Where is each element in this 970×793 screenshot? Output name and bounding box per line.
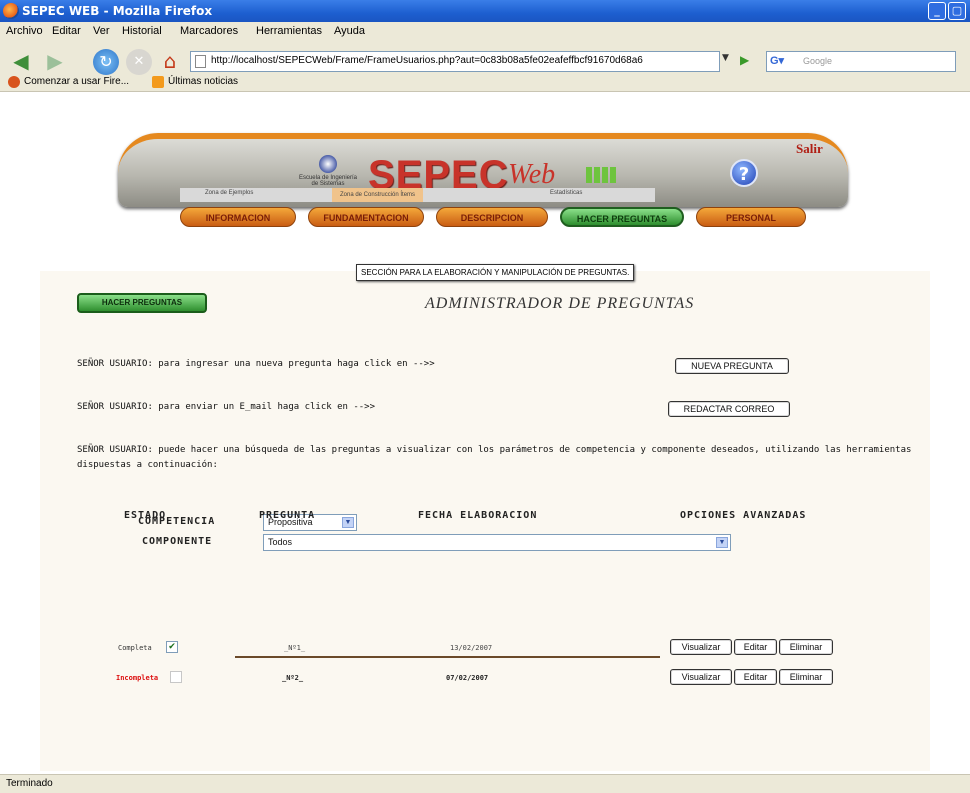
sub-tabs: Zona de Ejemplos Zona de Construcción Ít…	[180, 188, 655, 202]
tab-descripcion[interactable]: DESCRIPCION	[436, 207, 548, 227]
school-emblem-icon	[319, 155, 337, 173]
header-opciones: OPCIONES AVANZADAS	[680, 510, 807, 521]
menu-marcadores[interactable]: Marcadores	[180, 25, 238, 37]
stop-button[interactable]: ✕	[126, 49, 152, 75]
header-fecha: FECHA ELABORACION	[418, 510, 538, 521]
status-text: Terminado	[6, 778, 53, 789]
delete-button[interactable]: Eliminar	[779, 639, 833, 655]
row1-status: Completa	[118, 644, 152, 652]
window-title: SEPEC WEB - Mozilla Firefox	[22, 4, 213, 18]
search-instructions: SEÑOR USUARIO: puede hacer una búsqueda …	[77, 445, 912, 470]
row2-date: 07/02/2007	[446, 674, 489, 682]
menu-herramientas[interactable]: Herramientas	[256, 25, 322, 37]
email-message: SEÑOR USUARIO: para enviar un E_mail hag…	[77, 402, 376, 412]
new-question-message: SEÑOR USUARIO: para ingresar una nueva p…	[77, 359, 435, 369]
minimize-button[interactable]: _	[928, 2, 946, 20]
search-placeholder: Google	[803, 56, 833, 66]
brand-subtitle: Web	[508, 159, 556, 190]
delete-button[interactable]: Eliminar	[779, 669, 833, 685]
tab-informacion[interactable]: INFORMACION	[180, 207, 296, 227]
bookmark-latest-news[interactable]: Últimas noticias	[168, 76, 238, 87]
compose-email-button[interactable]: REDACTAR CORREO	[668, 401, 790, 417]
row2-status: Incompleta	[116, 674, 159, 682]
menu-ayuda[interactable]: Ayuda	[334, 25, 365, 37]
header-pregunta: PREGUNTA	[259, 510, 316, 521]
page-title: ADMINISTRADOR DE PREGUNTAS	[425, 295, 695, 312]
window-titlebar: SEPEC WEB - Mozilla Firefox _ ▢	[0, 0, 970, 22]
tooltip: SECCIÓN PARA LA ELABORACIÓN Y MANIPULACI…	[356, 264, 635, 281]
menu-editar[interactable]: Editar	[52, 25, 81, 37]
view-button[interactable]: Visualizar	[670, 669, 732, 685]
forward-button[interactable]: ▶	[42, 49, 68, 75]
componente-select[interactable]: Todos ▼	[263, 534, 731, 551]
menu-ver[interactable]: Ver	[93, 25, 110, 37]
row2-checkbox[interactable]	[170, 671, 182, 683]
back-button[interactable]: ◀	[8, 49, 34, 75]
row1-checkbox[interactable]: ✔	[166, 641, 178, 653]
subtab-construccion[interactable]: Zona de Construcción Ítems	[332, 188, 424, 202]
page-icon	[195, 55, 206, 68]
chevron-down-icon: ▼	[716, 537, 728, 548]
header-estado: ESTADO	[124, 510, 167, 521]
new-question-button[interactable]: NUEVA PREGUNTA	[675, 358, 789, 374]
navigation-toolbar: ◀ ▶ ↻ ✕ ⌂ http://localhost/SEPECWeb/Fram…	[0, 42, 970, 92]
home-button[interactable]: ⌂	[157, 49, 183, 75]
school-name: Escuela de Ingeniería de Sistemas	[298, 175, 358, 187]
chevron-down-icon: ▼	[342, 517, 354, 528]
divider	[235, 656, 660, 658]
section-badge[interactable]: HACER PREGUNTAS	[77, 293, 207, 313]
edit-button[interactable]: Editar	[734, 639, 777, 655]
maximize-button[interactable]: ▢	[948, 2, 966, 20]
tab-personal[interactable]: PERSONAL	[696, 207, 806, 227]
status-bar: Terminado	[0, 774, 970, 793]
address-url: http://localhost/SEPECWeb/Frame/FrameUsu…	[211, 55, 643, 66]
main-panel: HACER PREGUNTAS ADMINISTRADOR DE PREGUNT…	[40, 271, 930, 771]
reload-button[interactable]: ↻	[93, 49, 119, 75]
logout-link[interactable]: Salir	[796, 141, 823, 157]
menu-archivo[interactable]: Archivo	[6, 25, 43, 37]
bookmarks-toolbar: Comenzar a usar Fire... Últimas noticias	[0, 74, 970, 92]
bookmark-getting-started[interactable]: Comenzar a usar Fire...	[24, 76, 129, 87]
school-logo: Escuela de Ingeniería de Sistemas	[298, 155, 358, 191]
google-icon[interactable]: G▾	[770, 54, 784, 68]
componente-label: COMPONENTE	[142, 536, 213, 547]
tab-hacer-preguntas[interactable]: HACER PREGUNTAS	[560, 207, 684, 227]
menu-historial[interactable]: Historial	[122, 25, 162, 37]
chevron-down-icon[interactable]: ▼	[722, 53, 736, 70]
row1-question: _Nº1_	[284, 644, 306, 652]
row1-date: 13/02/2007	[450, 644, 493, 652]
firefox-bookmark-icon	[8, 76, 20, 88]
go-button[interactable]: ▶	[740, 53, 756, 70]
help-icon[interactable]: ?	[730, 159, 758, 187]
rss-icon	[152, 76, 164, 88]
brand-bars-icon	[586, 167, 620, 183]
tab-fundamentacion[interactable]: FUNDAMENTACION	[308, 207, 424, 227]
menu-bar: Archivo Editar Ver Historial Marcadores …	[0, 22, 970, 42]
search-input[interactable]: G▾ Google	[766, 51, 956, 72]
componente-value: Todos	[268, 537, 293, 547]
subtab-ejemplos[interactable]: Zona de Ejemplos	[205, 190, 253, 196]
edit-button[interactable]: Editar	[734, 669, 777, 685]
main-tabs: INFORMACION FUNDAMENTACION DESCRIPCION H…	[180, 207, 820, 227]
page-content: Escuela de Ingeniería de Sistemas SEPEC …	[0, 93, 970, 774]
subtab-estadisticas[interactable]: Estadísticas	[550, 190, 582, 196]
view-button[interactable]: Visualizar	[670, 639, 732, 655]
address-bar[interactable]: http://localhost/SEPECWeb/Frame/FrameUsu…	[190, 51, 720, 72]
firefox-icon	[3, 3, 19, 19]
row2-question: _Nº2_	[282, 674, 304, 682]
